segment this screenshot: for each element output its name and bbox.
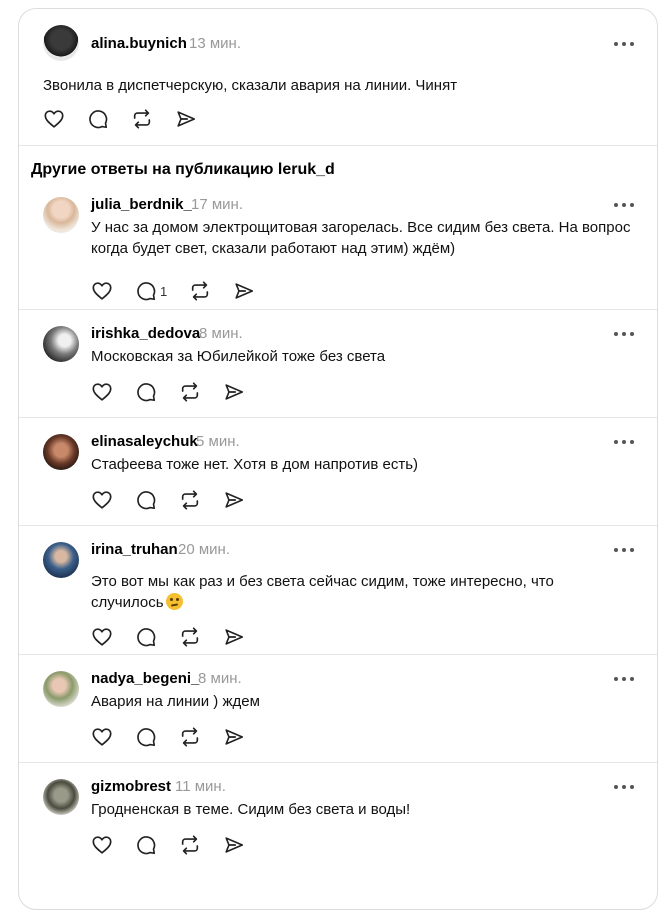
more-icon[interactable] (614, 547, 634, 553)
repost-icon[interactable] (179, 834, 201, 856)
send-icon[interactable] (223, 726, 245, 748)
divider (19, 145, 657, 146)
more-icon[interactable] (614, 331, 634, 337)
avatar[interactable] (43, 326, 79, 362)
send-icon[interactable] (223, 489, 245, 511)
more-icon[interactable] (614, 676, 634, 682)
username[interactable]: julia_berdnik_ (91, 196, 192, 213)
repost-icon[interactable] (179, 381, 201, 403)
username[interactable]: gizmobrest (91, 778, 171, 795)
username[interactable]: nadya_begeni_ (91, 670, 199, 687)
reply-item: julia_berdnik_ 17 мин. У нас за домом эл… (19, 187, 657, 309)
more-icon[interactable] (614, 41, 634, 47)
thread-card: alina.buynich 13 мин. Звонила в диспетче… (18, 8, 658, 910)
more-icon[interactable] (614, 202, 634, 208)
other-replies-heading: Другие ответы на публикацию leruk_d (31, 161, 335, 178)
more-icon[interactable] (614, 784, 634, 790)
main-post: alina.buynich 13 мин. Звонила в диспетче… (19, 9, 657, 145)
reply-item: nadya_begeni_ 8 мин. Авария на линии ) ж… (19, 655, 657, 762)
reply-text: Московская за Юбилейкой тоже без света (91, 348, 386, 365)
timestamp: 17 мин. (191, 196, 243, 213)
send-icon[interactable] (223, 834, 245, 856)
action-bar (91, 626, 291, 650)
reply-text: Стафеева тоже нет. Хотя в дом напротив е… (91, 456, 419, 473)
heart-icon[interactable] (91, 381, 113, 403)
send-icon[interactable] (223, 381, 245, 403)
timestamp: 8 мин. (198, 670, 242, 687)
repost-icon[interactable] (131, 108, 153, 130)
heart-icon[interactable] (91, 489, 113, 511)
reply-item: irina_truhan 20 мин. Это вот мы как раз … (19, 526, 657, 654)
timestamp: 5 мин. (196, 433, 240, 450)
reply-text: Авария на линии ) ждем (91, 693, 260, 710)
username[interactable]: elinasaleychuk (91, 433, 198, 450)
repost-icon[interactable] (179, 626, 201, 648)
action-bar (43, 108, 243, 132)
timestamp: 8 мин. (199, 325, 243, 342)
send-icon[interactable] (175, 108, 197, 130)
action-bar (91, 381, 291, 405)
timestamp: 20 мин. (178, 541, 230, 558)
reply-text: Это вот мы как раз и без света сейчас си… (91, 571, 571, 613)
action-bar: 1 (91, 280, 291, 304)
timestamp: 11 мин. (175, 778, 226, 795)
repost-icon[interactable] (189, 280, 211, 302)
reply-item: irishka_dedova 8 мин. Московская за Юбил… (19, 310, 657, 417)
post-text: Звонила в диспетчерскую, сказали авария … (43, 77, 458, 94)
comment-icon[interactable] (87, 108, 109, 130)
comment-icon[interactable] (135, 726, 157, 748)
username[interactable]: irina_truhan (91, 541, 178, 558)
action-bar (91, 726, 291, 750)
avatar[interactable] (43, 197, 79, 233)
thinking-emoji-icon (165, 593, 183, 610)
avatar[interactable] (43, 779, 79, 815)
comment-icon[interactable] (135, 280, 157, 302)
heart-icon[interactable] (91, 834, 113, 856)
send-icon[interactable] (233, 280, 255, 302)
avatar[interactable] (43, 671, 79, 707)
avatar[interactable] (43, 542, 79, 578)
heart-icon[interactable] (91, 626, 113, 648)
avatar[interactable] (43, 434, 79, 470)
username[interactable]: alina.buynich (91, 35, 187, 52)
heart-icon[interactable] (91, 280, 113, 302)
reply-item: gizmobrest 11 мин. Гродненская в теме. С… (19, 763, 657, 870)
more-icon[interactable] (614, 439, 634, 445)
heart-icon[interactable] (91, 726, 113, 748)
reply-text: Гродненская в теме. Сидим без света и во… (91, 801, 411, 818)
reply-count: 1 (160, 284, 168, 299)
comment-icon[interactable] (135, 489, 157, 511)
heart-icon[interactable] (43, 108, 65, 130)
repost-icon[interactable] (179, 489, 201, 511)
comment-icon[interactable] (135, 381, 157, 403)
comment-icon[interactable] (135, 834, 157, 856)
send-icon[interactable] (223, 626, 245, 648)
repost-icon[interactable] (179, 726, 201, 748)
reply-text: У нас за домом электрощитовая загорелась… (91, 219, 631, 257)
reply-text-content: Это вот мы как раз и без света сейчас си… (91, 573, 554, 611)
username[interactable]: irishka_dedova (91, 325, 200, 342)
action-bar (91, 834, 291, 858)
reply-item: elinasaleychuk 5 мин. Стафеева тоже нет.… (19, 418, 657, 525)
action-bar (91, 489, 291, 513)
timestamp: 13 мин. (189, 35, 241, 52)
comment-icon[interactable] (135, 626, 157, 648)
avatar[interactable] (43, 25, 79, 61)
